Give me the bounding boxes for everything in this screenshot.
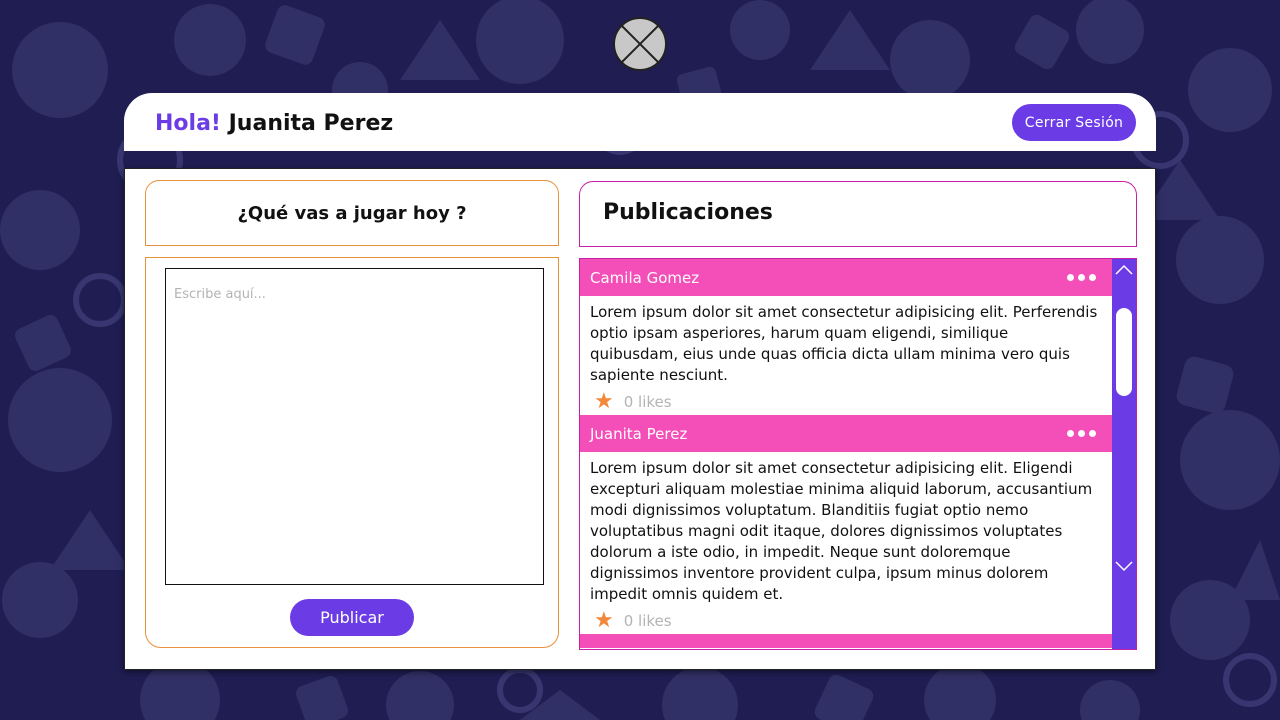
post-text: Lorem ipsum dolor sit amet consectetur a…: [590, 459, 1093, 603]
next-post-header: [580, 634, 1112, 648]
post-composer: Publicar: [145, 257, 559, 648]
post-item: Juanita Perez Lorem ipsum dolor sit amet…: [580, 415, 1112, 634]
more-dots-icon[interactable]: [1063, 270, 1100, 285]
scrollbar-thumb[interactable]: [1116, 308, 1132, 396]
post-author: Camila Gomez: [590, 268, 700, 287]
post-header: Camila Gomez: [580, 259, 1112, 296]
post-likes-row: ★ 0 likes: [580, 388, 1112, 415]
x-circle-logo-icon: [613, 17, 667, 71]
top-bar: Hola! Juanita Perez Cerrar Sesión: [124, 93, 1156, 151]
composer-question: ¿Qué vas a jugar hoy ?: [145, 180, 559, 246]
user-greeting: Hola! Juanita Perez: [155, 111, 393, 136]
publish-button[interactable]: Publicar: [290, 599, 414, 636]
post-header: Juanita Perez: [580, 415, 1112, 452]
user-name: Juanita Perez: [228, 111, 394, 136]
chevron-down-icon[interactable]: [1115, 559, 1133, 573]
post-author: Juanita Perez: [590, 424, 688, 443]
feed-title: Publicaciones: [603, 200, 773, 225]
greeting-word: Hola!: [155, 111, 221, 136]
feed-header: Publicaciones: [579, 181, 1137, 247]
likes-count: 0 likes: [623, 611, 672, 630]
post-item: Camila Gomez Lorem ipsum dolor sit amet …: [580, 259, 1112, 415]
star-icon[interactable]: ★: [594, 390, 614, 413]
post-likes-row: ★ 0 likes: [580, 607, 1112, 634]
likes-count: 0 likes: [623, 392, 672, 411]
posts-list: Camila Gomez Lorem ipsum dolor sit amet …: [580, 259, 1112, 649]
feed-scrollbar[interactable]: [1112, 259, 1136, 649]
main-panel: ¿Qué vas a jugar hoy ? Publicar Publicac…: [124, 168, 1156, 670]
posts-feed: Camila Gomez Lorem ipsum dolor sit amet …: [579, 258, 1137, 650]
chevron-up-icon[interactable]: [1115, 263, 1133, 277]
post-text-input[interactable]: [165, 268, 544, 585]
post-text: Lorem ipsum dolor sit amet consectetur a…: [590, 303, 1098, 384]
more-dots-icon[interactable]: [1063, 426, 1100, 441]
star-icon[interactable]: ★: [594, 609, 614, 632]
app-logo[interactable]: [613, 17, 667, 71]
logout-button[interactable]: Cerrar Sesión: [1012, 104, 1136, 141]
